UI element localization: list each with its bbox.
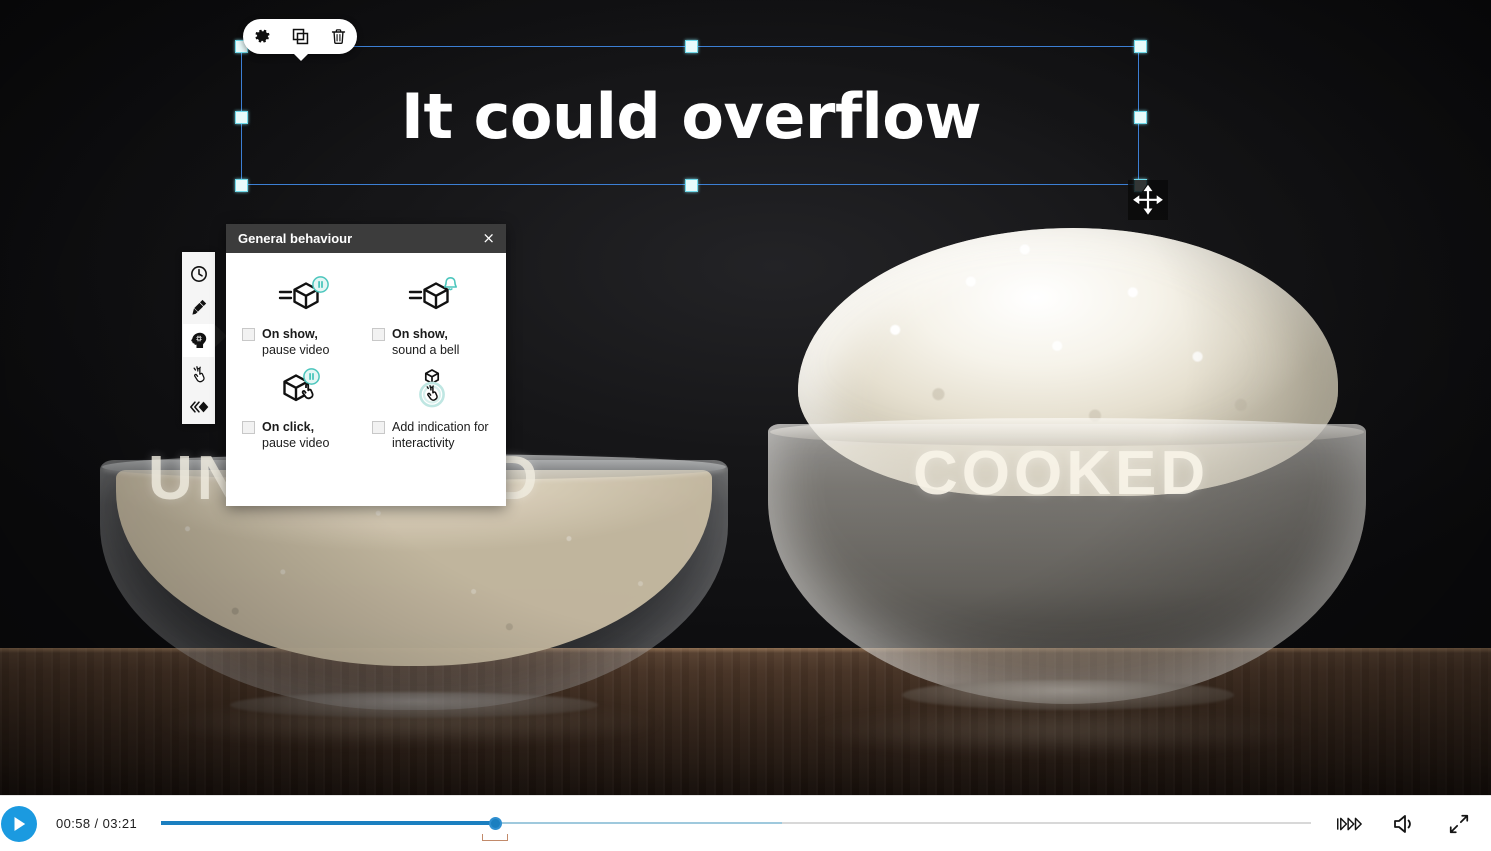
resize-handle-middle-right[interactable] [1134,111,1147,124]
behaviour-option-label-rest: Add indication for interactivity [392,420,489,450]
playback-speed-icon [1336,817,1362,830]
behaviour-option-label-rest: pause video [262,436,330,450]
video-editor-app: UNCOOKED COOKED It could overflow [0,0,1491,851]
checkbox-add-indication-for-interactivity[interactable] [372,421,385,434]
fullscreen-button[interactable] [1445,810,1473,838]
click-hand-icon [193,366,205,383]
behaviour-option-row: On click, pause video [242,419,362,451]
behaviour-option-label: Add indication for interactivity [392,419,492,451]
selected-text-object[interactable]: It could overflow [235,40,1147,192]
cube-click-pause-icon [242,362,362,416]
sidebar-item-timing[interactable] [183,257,214,290]
behaviour-option-label-bold: On show, [262,327,318,341]
volume-icon [1394,814,1411,833]
checkbox-on-show-pause-video[interactable] [242,328,255,341]
progress-handle[interactable] [488,816,502,830]
sidebar-item-general-behaviour[interactable] [183,323,214,358]
panel-title: General behaviour [238,231,353,246]
behaviour-option-label-rest: pause video [262,343,330,357]
general-behaviour-panel: General behaviour × On show, pause video… [226,224,506,506]
progress-bar[interactable] [161,796,1311,851]
object-toolbar [243,19,357,61]
behaviour-option-add-indication-for-interactivity[interactable]: Add indication for interactivity [366,360,496,451]
playback-bar: 00:58 / 03:21 [0,795,1491,851]
behaviour-option-row: Add indication for interactivity [372,419,492,451]
gear-icon [255,29,269,43]
video-label-cooked: COOKED [913,439,1210,508]
behaviour-option-row: On show, sound a bell [372,326,492,358]
behaviour-option-label-rest: sound a bell [392,343,460,357]
play-button[interactable] [1,805,37,842]
playback-speed-button[interactable] [1335,810,1363,838]
chapter-marker[interactable] [481,833,508,841]
behaviour-option-on-show-sound-a-bell[interactable]: On show, sound a bell [366,267,496,358]
behaviour-option-label-bold: On click, [262,420,315,434]
duplicate-icon [292,28,308,45]
brain-gear-icon [191,332,207,348]
behaviour-option-label-bold: On show, [392,327,448,341]
checkbox-on-click-pause-video[interactable] [242,421,255,434]
resize-handle-bottom-left[interactable] [235,179,248,192]
cube-bell-icon [372,269,492,323]
panel-body: On show, pause video On show, sound a be… [226,253,506,506]
time-display: 00:58 / 03:21 [56,816,138,831]
duplicate-button[interactable] [287,24,313,50]
video-stage[interactable]: UNCOOKED COOKED It could overflow [0,0,1491,795]
clock-icon [190,265,207,282]
sidebar-item-interactivity[interactable] [183,357,214,390]
toolbar-pointer-tail [293,53,309,61]
sidebar-item-style[interactable] [183,290,214,323]
resize-handle-bottom-center[interactable] [685,179,698,192]
sidebar-item-layers[interactable] [183,391,214,424]
move-cursor [1128,180,1168,220]
close-icon[interactable]: × [479,229,498,248]
behaviour-option-on-click-pause-video[interactable]: On click, pause video [236,360,366,451]
paintbrush-icon [191,299,206,315]
volume-button[interactable] [1390,810,1418,838]
behaviour-option-label: On click, pause video [262,419,329,451]
resize-handle-top-right[interactable] [1134,40,1147,53]
delete-button[interactable] [325,24,351,50]
cube-hand-glow-icon [372,362,492,416]
play-icon [14,816,25,831]
fullscreen-icon [1449,814,1469,833]
progress-played [161,820,495,825]
behaviour-option-label: On show, sound a bell [392,326,459,358]
trash-icon [331,29,345,44]
resize-handle-top-center[interactable] [685,40,698,53]
settings-button[interactable] [249,24,275,50]
playback-controls [1335,810,1473,838]
cube-pause-icon [242,269,362,323]
behaviour-option-row: On show, pause video [242,326,362,358]
behaviour-option-on-show-pause-video[interactable]: On show, pause video [236,267,366,358]
panel-header: General behaviour × [226,224,506,253]
object-properties-tool-strip [182,252,227,424]
checkbox-on-show-sound-a-bell[interactable] [372,328,385,341]
resize-handle-middle-left[interactable] [235,111,248,124]
behaviour-option-label: On show, pause video [262,326,329,358]
overflow-text-content: It could overflow [400,80,982,153]
layers-arrows-icon [189,401,208,413]
